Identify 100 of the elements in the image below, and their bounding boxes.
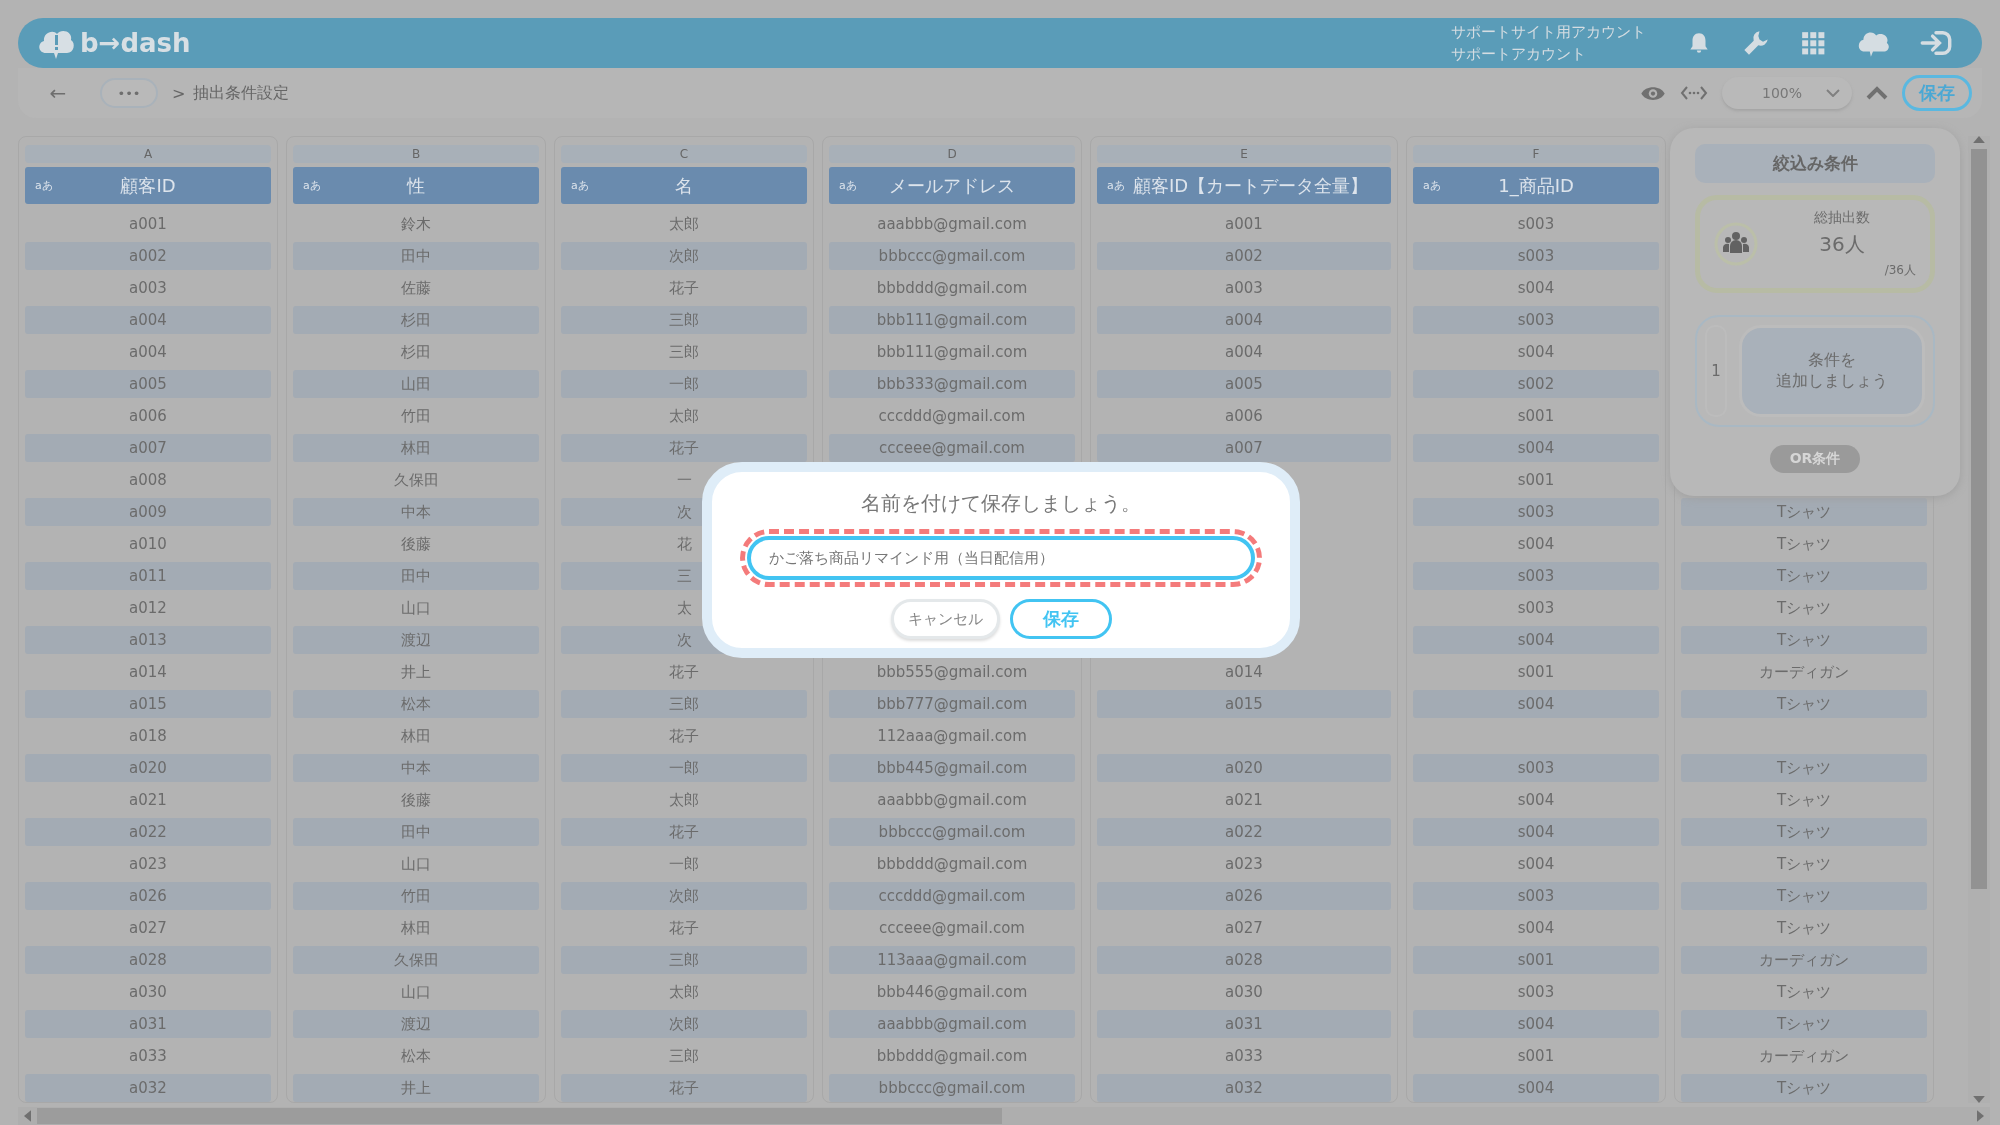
table-cell-text: a014 [1224, 662, 1264, 683]
table-cell: bbb777@gmail.com [829, 690, 1075, 718]
table-cell: Tシャツ [1681, 562, 1927, 590]
table-cell: s001 [1413, 946, 1659, 974]
column-letter: B [293, 145, 539, 163]
table-cell: a032 [25, 1074, 271, 1102]
count-total: /36人 [1884, 262, 1916, 279]
table-cell-text: 太郎 [668, 406, 700, 427]
table-cell: s004 [1413, 434, 1659, 462]
table-cell-text: 花子 [668, 662, 700, 683]
table-cell-text: a014 [128, 662, 168, 683]
table-cell: bbbccc@gmail.com [829, 242, 1075, 270]
scroll-up-icon[interactable] [1973, 136, 1985, 143]
table-cell: s003 [1413, 562, 1659, 590]
table-cell: Tシャツ [1681, 498, 1927, 526]
table-cell-text: 竹田 [400, 406, 432, 427]
table-cell-text: s003 [1516, 982, 1556, 1003]
column-title: 顧客ID [119, 173, 177, 198]
table-cell-text: a033 [1224, 1046, 1264, 1067]
table-cell: 山田 [293, 370, 539, 398]
table-cell-text: s003 [1516, 214, 1556, 235]
table-cell-text: a006 [1224, 406, 1264, 427]
column-header[interactable]: aあ 名 [561, 167, 807, 204]
code-icon[interactable] [1679, 85, 1708, 101]
scroll-right-icon[interactable] [1977, 1110, 1984, 1122]
table-cell-text: s004 [1516, 534, 1556, 555]
cancel-button[interactable]: キャンセル [890, 599, 1000, 639]
column-header[interactable]: aあ メールアドレス [829, 167, 1075, 204]
table-cell: 渡辺 [293, 626, 539, 654]
table-cell-text: Tシャツ [1775, 918, 1833, 939]
table-cell-text: s001 [1516, 662, 1556, 683]
table-cell: 一郎 [561, 754, 807, 782]
table-cell: a028 [25, 946, 271, 974]
table-cell: a011 [25, 562, 271, 590]
account-name: サポートサイト用アカウント [1451, 22, 1646, 43]
table-cell: a015 [1097, 690, 1391, 718]
column-title: 1_商品ID [1497, 173, 1575, 198]
column-header[interactable]: aあ 1_商品ID [1413, 167, 1659, 204]
table-cell-text: bbb111@gmail.com [875, 342, 1029, 363]
table-cell: s004 [1413, 1010, 1659, 1038]
type-label: aあ [571, 178, 590, 193]
scroll-down-icon[interactable] [1973, 1096, 1985, 1103]
table-cell: bbbccc@gmail.com [829, 1074, 1075, 1102]
table-cell: 松本 [293, 690, 539, 718]
chevron-up-icon[interactable] [1866, 86, 1888, 100]
table-cell: s003 [1413, 242, 1659, 270]
table-cell-text: カーディガン [1758, 1046, 1850, 1067]
table-cell-text: aaabbb@gmail.com [876, 790, 1028, 811]
more-button[interactable]: ••• [100, 78, 158, 108]
table-cell: bbbccc@gmail.com [829, 818, 1075, 846]
table-cell: s004 [1413, 818, 1659, 846]
scroll-left-icon[interactable] [24, 1110, 31, 1122]
table-cell: a015 [25, 690, 271, 718]
table-cell-text: 林田 [400, 726, 432, 747]
table-cell-text: 三郎 [668, 342, 700, 363]
table-cell-text: 三郎 [668, 1046, 700, 1067]
table-cell-text: 太郎 [668, 214, 700, 235]
table-cell-text: 太郎 [668, 982, 700, 1003]
table-cell-text: 112aaa@gmail.com [876, 726, 1028, 747]
table-cell: a020 [25, 754, 271, 782]
table-cell-text: a008 [128, 470, 168, 491]
table-cell: カーディガン [1681, 946, 1927, 974]
eye-icon[interactable] [1639, 84, 1666, 102]
table-cell-text: s003 [1516, 598, 1556, 619]
save-button[interactable]: 保存 [1009, 599, 1112, 639]
column-header[interactable]: aあ 顧客ID [25, 167, 271, 204]
table-cell-text: bbb446@gmail.com [875, 982, 1029, 1003]
logout-icon[interactable] [1920, 29, 1952, 57]
table-cell: ccceee@gmail.com [829, 434, 1075, 462]
table-cell-text: 後藤 [400, 790, 432, 811]
table-cell: s003 [1413, 306, 1659, 334]
add-condition-button[interactable]: 条件を 追加しましょう [1739, 325, 1925, 417]
table-cell: 三郎 [561, 306, 807, 334]
wrench-icon[interactable] [1742, 29, 1770, 57]
zoom-select[interactable]: 100% [1721, 77, 1852, 109]
table-cell-text: 杉田 [400, 342, 432, 363]
type-label: aあ [1107, 178, 1126, 193]
table-cell-text: a004 [128, 342, 168, 363]
table-cell-text: cccddd@gmail.com [877, 406, 1027, 427]
table-cell: 田中 [293, 562, 539, 590]
table-cell: 次郎 [561, 242, 807, 270]
scrollbar-thumb[interactable] [1971, 149, 1987, 889]
table-cell: Tシャツ [1681, 754, 1927, 782]
table-cell: Tシャツ [1681, 1010, 1927, 1038]
grid-icon[interactable] [1800, 30, 1826, 56]
table-cell: a009 [25, 498, 271, 526]
column-header[interactable]: aあ 性 [293, 167, 539, 204]
table-cell-text: a023 [1224, 854, 1264, 875]
table-cell: 三郎 [561, 946, 807, 974]
table-cell-text: a003 [1224, 278, 1264, 299]
table-cell-text: Tシャツ [1775, 534, 1833, 555]
column-header[interactable]: aあ 顧客ID【カートデータ全量】 [1097, 167, 1391, 204]
table-cell: a022 [1097, 818, 1391, 846]
table-cell-text: Tシャツ [1775, 854, 1833, 875]
table-cell: a005 [1097, 370, 1391, 398]
table-cell-text: 花 [675, 534, 693, 555]
back-button[interactable]: ← [38, 80, 78, 106]
table-cell-text: s004 [1516, 278, 1556, 299]
table-cell: a020 [1097, 754, 1391, 782]
table-cell-text: ccceee@gmail.com [878, 918, 1026, 939]
